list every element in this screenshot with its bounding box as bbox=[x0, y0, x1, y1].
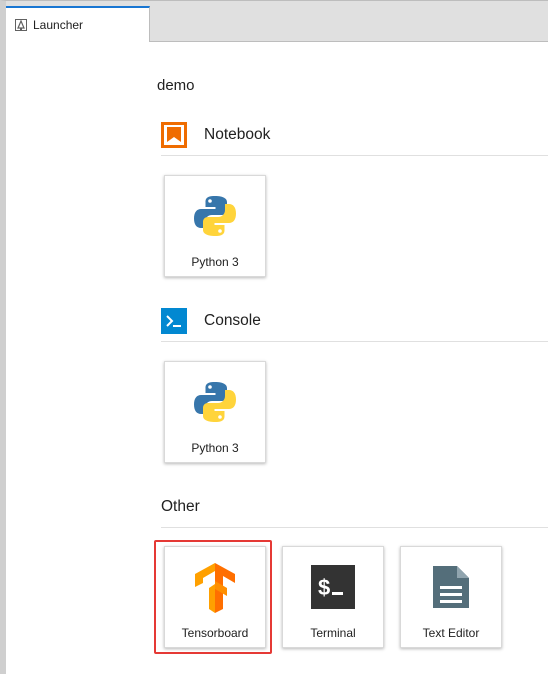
python-logo-icon bbox=[165, 376, 265, 428]
launcher-cwd-title: demo bbox=[157, 77, 195, 94]
text-editor-card[interactable]: Text Editor bbox=[400, 546, 502, 648]
notebook-python3-card[interactable]: Python 3 bbox=[164, 175, 266, 277]
section-other-label: Other bbox=[161, 497, 200, 515]
tab-bar: Launcher bbox=[6, 1, 548, 42]
python-logo-icon bbox=[165, 190, 265, 242]
console-icon bbox=[161, 307, 187, 334]
card-label: Python 3 bbox=[191, 255, 239, 269]
notebook-icon bbox=[161, 121, 187, 148]
section-notebook-header: Notebook bbox=[161, 114, 548, 156]
terminal-icon: $ bbox=[283, 561, 383, 613]
launcher-panel: demo Notebook Python 3 Console Python 3 … bbox=[6, 42, 548, 674]
jupyterlab-window: Launcher demo Notebook Python 3 Console … bbox=[0, 0, 548, 674]
selection-highlight bbox=[154, 540, 272, 654]
section-notebook-label: Notebook bbox=[204, 125, 271, 143]
card-label: Python 3 bbox=[191, 441, 239, 455]
tab-launcher[interactable]: Launcher bbox=[6, 6, 150, 42]
svg-text:$: $ bbox=[318, 575, 330, 600]
section-other-header: Other bbox=[161, 486, 548, 528]
text-file-icon bbox=[401, 561, 501, 613]
section-console-header: Console bbox=[161, 300, 548, 342]
card-label: Text Editor bbox=[422, 626, 480, 640]
card-label: Terminal bbox=[310, 626, 356, 640]
terminal-card[interactable]: $ Terminal bbox=[282, 546, 384, 648]
launcher-icon bbox=[15, 19, 27, 31]
tab-title: Launcher bbox=[33, 18, 84, 32]
section-console-label: Console bbox=[204, 311, 261, 329]
console-python3-card[interactable]: Python 3 bbox=[164, 361, 266, 463]
